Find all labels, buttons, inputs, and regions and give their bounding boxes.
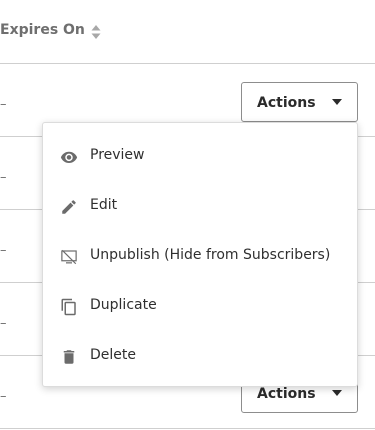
copy-icon bbox=[61, 298, 76, 316]
actions-button[interactable]: Actions bbox=[241, 82, 358, 122]
expires-column-view: Expires On – Actions – – – – Actions Pre… bbox=[0, 0, 375, 430]
expires-on-header[interactable]: Expires On bbox=[0, 22, 85, 38]
menu-item-label: Preview bbox=[90, 147, 145, 163]
actions-button-label: Actions bbox=[257, 95, 316, 111]
menu-item-label: Unpublish (Hide from Subscribers) bbox=[90, 247, 331, 263]
actions-dropdown-menu: Preview Edit Unpublish (Hide from Subscr… bbox=[42, 122, 358, 387]
expires-value: – bbox=[0, 316, 7, 331]
menu-item-label: Edit bbox=[90, 197, 118, 213]
menu-item-unpublish[interactable]: Unpublish (Hide from Subscribers) bbox=[43, 231, 357, 281]
trash-icon bbox=[63, 350, 75, 364]
menu-item-label: Delete bbox=[90, 347, 136, 363]
pencil-icon bbox=[62, 200, 76, 214]
expires-value: – bbox=[0, 97, 7, 112]
menu-item-edit[interactable]: Edit bbox=[43, 181, 357, 231]
menu-item-label: Duplicate bbox=[90, 297, 157, 313]
expires-value: – bbox=[0, 389, 7, 404]
menu-item-delete[interactable]: Delete bbox=[43, 331, 357, 381]
actions-button-label: Actions bbox=[257, 386, 316, 402]
expires-value: – bbox=[0, 170, 7, 185]
menu-item-duplicate[interactable]: Duplicate bbox=[43, 281, 357, 331]
caret-down-icon bbox=[332, 99, 342, 105]
expires-value: – bbox=[0, 243, 7, 258]
table-header: Expires On bbox=[0, 0, 375, 64]
eye-icon bbox=[60, 151, 78, 163]
caret-down-icon bbox=[332, 390, 342, 396]
sort-icon[interactable] bbox=[90, 24, 102, 40]
hidden-screen-icon bbox=[61, 249, 77, 265]
menu-item-preview[interactable]: Preview bbox=[43, 131, 357, 181]
